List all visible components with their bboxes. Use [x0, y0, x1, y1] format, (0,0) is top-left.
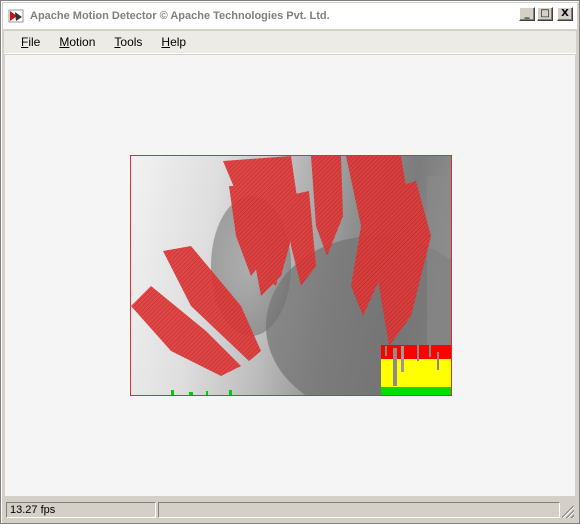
maximize-button[interactable]: □ [537, 7, 553, 21]
status-message [158, 502, 560, 518]
motion-frame [131, 156, 451, 395]
menu-file[interactable]: File [21, 35, 40, 49]
menu-tools[interactable]: Tools [114, 35, 142, 49]
menu-motion[interactable]: Motion [59, 35, 95, 49]
minimize-button[interactable]: _ [519, 7, 535, 21]
window-title: Apache Motion Detector © Apache Technolo… [30, 10, 330, 22]
app-logo-icon[interactable] [8, 8, 24, 24]
menu-bar: File Motion Tools Help [4, 31, 576, 54]
door-frame [427, 176, 451, 346]
status-bar: 13.27 fps [4, 500, 576, 520]
client-area [5, 55, 575, 496]
menu-file-rest: ile [28, 35, 41, 49]
motion-level-meter [381, 345, 451, 395]
resize-grip-icon[interactable] [562, 506, 574, 518]
title-bar[interactable]: Apache Motion Detector © Apache Technolo… [3, 3, 577, 29]
app-window: Apache Motion Detector © Apache Technolo… [0, 0, 580, 524]
fps-readout: 13.27 fps [6, 502, 156, 518]
camera-view [130, 155, 452, 396]
menu-help[interactable]: Help [161, 35, 186, 49]
close-button[interactable]: X [557, 7, 573, 21]
